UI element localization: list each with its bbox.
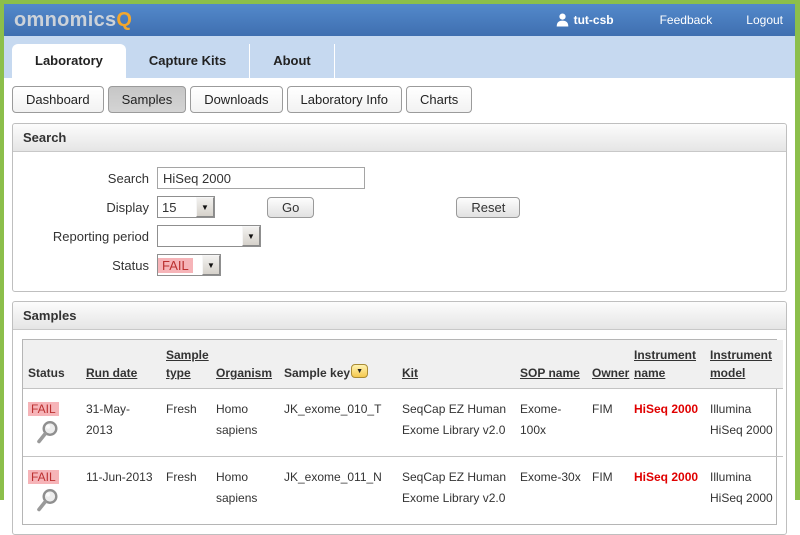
subtab-dashboard[interactable]: Dashboard xyxy=(12,86,104,113)
owner-cell: FIM xyxy=(587,389,629,457)
organism-cell: Homo sapiens xyxy=(211,389,279,457)
instrument-name-cell: HiSeq 2000 xyxy=(629,389,705,457)
status-select-value: FAIL xyxy=(158,258,193,273)
display-select[interactable]: 15 ▼ xyxy=(157,196,215,218)
magnifier-icon[interactable] xyxy=(34,488,60,514)
subtab-laboratory-info[interactable]: Laboratory Info xyxy=(287,86,402,113)
column-header-status: Status xyxy=(23,340,81,389)
table-row: FAIL 11-Jun-2013 Fresh Homo sapiens JK_e… xyxy=(23,457,783,525)
kit-cell: SeqCap EZ Human Exome Library v2.0 xyxy=(397,457,515,525)
column-header-organism[interactable]: Organism xyxy=(211,340,279,389)
column-header-sample-type[interactable]: Sample type xyxy=(161,340,211,389)
search-input[interactable] xyxy=(157,167,365,189)
user-icon xyxy=(556,13,569,27)
tab-about[interactable]: About xyxy=(250,44,335,78)
reset-button[interactable]: Reset xyxy=(456,197,520,218)
top-bar-right: tut-csb Feedback Logout xyxy=(556,13,783,27)
logo-accent: Q xyxy=(116,9,132,31)
dropdown-arrow-icon[interactable]: ▼ xyxy=(202,255,220,275)
reporting-period-row: Reporting period ▼ xyxy=(21,225,778,247)
kit-cell: SeqCap EZ Human Exome Library v2.0 xyxy=(397,389,515,457)
run-date-cell: 31-May-2013 xyxy=(81,389,161,457)
instrument-model-cell: Illumina HiSeq 2000 xyxy=(705,389,783,457)
reporting-period-label: Reporting period xyxy=(21,229,149,244)
search-label: Search xyxy=(21,171,149,186)
username: tut-csb xyxy=(574,13,614,27)
instrument-model-cell: Illumina HiSeq 2000 xyxy=(705,457,783,525)
column-header-run-date[interactable]: Run date xyxy=(81,340,161,389)
logo-text: omnomics xyxy=(14,9,116,31)
logout-link[interactable]: Logout xyxy=(746,13,783,27)
column-header-kit[interactable]: Kit xyxy=(397,340,515,389)
column-header-sample-key-label[interactable]: Sample key xyxy=(284,366,350,380)
status-cell: FAIL xyxy=(23,389,81,457)
subtab-downloads[interactable]: Downloads xyxy=(190,86,282,113)
display-row: Display 15 ▼ Go Reset xyxy=(21,196,778,218)
go-button[interactable]: Go xyxy=(267,197,314,218)
table-header-row: Status Run date Sample type Organism Sam… xyxy=(23,340,783,389)
table-row: FAIL 31-May-2013 Fresh Homo sapiens JK_e… xyxy=(23,389,783,457)
tab-capture-kits[interactable]: Capture Kits xyxy=(126,44,250,78)
samples-table-container: Status Run date Sample type Organism Sam… xyxy=(22,339,777,525)
sub-tab-bar: Dashboard Samples Downloads Laboratory I… xyxy=(12,86,787,113)
column-header-sop-name[interactable]: SOP name xyxy=(515,340,587,389)
samples-panel-title: Samples xyxy=(13,302,786,330)
status-cell: FAIL xyxy=(23,457,81,525)
run-date-cell: 11-Jun-2013 xyxy=(81,457,161,525)
sop-name-cell: Exome-30x xyxy=(515,457,587,525)
dropdown-arrow-icon[interactable]: ▼ xyxy=(242,226,260,246)
samples-panel-body: Status Run date Sample type Organism Sam… xyxy=(13,330,786,534)
sample-key-cell: JK_exome_010_T xyxy=(279,389,397,457)
search-panel: Search Search Display 15 ▼ Go Reset Repo… xyxy=(12,123,787,292)
magnifier-icon[interactable] xyxy=(34,420,60,446)
organism-cell: Homo sapiens xyxy=(211,457,279,525)
app-logo: omnomicsQ xyxy=(14,9,132,32)
status-badge: FAIL xyxy=(28,402,59,416)
status-label: Status xyxy=(21,258,149,273)
top-bar: omnomicsQ tut-csb Feedback Logout xyxy=(4,4,795,36)
tab-laboratory[interactable]: Laboratory xyxy=(12,44,126,78)
feedback-link[interactable]: Feedback xyxy=(660,13,713,27)
instrument-name-cell: HiSeq 2000 xyxy=(629,457,705,525)
dropdown-arrow-icon[interactable]: ▼ xyxy=(196,197,214,217)
sample-type-cell: Fresh xyxy=(161,457,211,525)
status-badge: FAIL xyxy=(28,470,59,484)
column-header-instrument-model[interactable]: Instrument model xyxy=(705,340,783,389)
samples-table: Status Run date Sample type Organism Sam… xyxy=(23,340,783,524)
main-tab-bar: Laboratory Capture Kits About xyxy=(4,36,795,78)
sample-type-cell: Fresh xyxy=(161,389,211,457)
display-select-value: 15 xyxy=(158,200,180,215)
subtab-charts[interactable]: Charts xyxy=(406,86,472,113)
current-user: tut-csb xyxy=(556,13,614,27)
column-header-instrument-name[interactable]: Instrument name xyxy=(629,340,705,389)
search-panel-title: Search xyxy=(13,124,786,152)
content-area: Dashboard Samples Downloads Laboratory I… xyxy=(4,78,795,535)
reporting-period-select[interactable]: ▼ xyxy=(157,225,261,247)
sample-key-cell: JK_exome_011_N xyxy=(279,457,397,525)
column-header-sample-key: Sample key▼ xyxy=(279,340,397,389)
sort-descending-icon[interactable]: ▼ xyxy=(351,364,368,378)
subtab-samples[interactable]: Samples xyxy=(108,86,187,113)
search-row: Search xyxy=(21,167,778,189)
search-panel-body: Search Display 15 ▼ Go Reset Reporting p… xyxy=(13,152,786,291)
owner-cell: FIM xyxy=(587,457,629,525)
display-label: Display xyxy=(21,200,149,215)
column-header-owner[interactable]: Owner xyxy=(587,340,629,389)
status-row: Status FAIL ▼ xyxy=(21,254,778,276)
status-select[interactable]: FAIL ▼ xyxy=(157,254,221,276)
sop-name-cell: Exome-100x xyxy=(515,389,587,457)
